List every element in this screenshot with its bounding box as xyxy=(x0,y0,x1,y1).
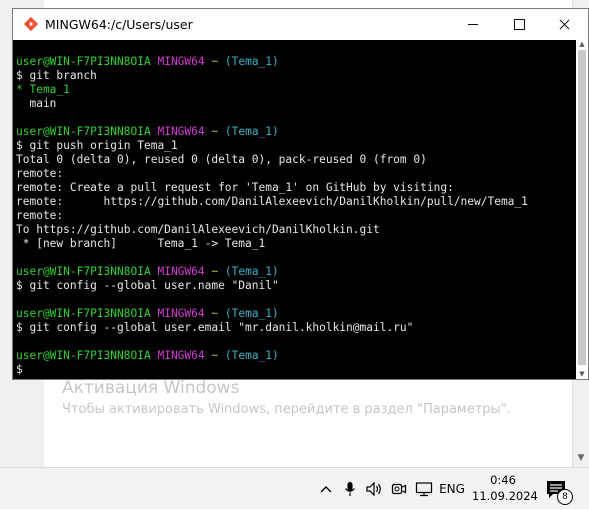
microphone-icon xyxy=(345,482,355,496)
output-line: main xyxy=(16,97,57,110)
prompt-user-host: user@WIN-F7PI3NN8OIA xyxy=(16,265,151,278)
microphone-button[interactable] xyxy=(342,468,358,510)
close-button[interactable] xyxy=(542,9,588,40)
command-line: $ git branch xyxy=(16,69,97,82)
prompt-env: MINGW64 xyxy=(157,55,205,68)
output-line: remote: Create a pull request for 'Tema_… xyxy=(16,181,454,194)
camera-in-use-button[interactable] xyxy=(390,468,408,510)
prompt-branch: (Tema_1) xyxy=(224,125,279,138)
prompt-branch: (Tema_1) xyxy=(224,349,279,362)
prompt-user-host: user@WIN-F7PI3NN8OIA xyxy=(16,349,151,362)
terminal-scrollbar[interactable]: ▲ ▼ xyxy=(576,40,588,379)
prompt-line: user@WIN-F7PI3NN8OIA MINGW64 ~ (Tema_1) xyxy=(16,307,574,321)
notification-count-badge: 8 xyxy=(557,489,573,505)
output-line: remote: https://github.com/DanilAlexeevi… xyxy=(16,195,528,208)
command-line: $ git config --global user.email "mr.dan… xyxy=(16,321,414,334)
taskbar-clock[interactable]: 0:46 11.09.2024 xyxy=(472,472,538,504)
output-line: Total 0 (delta 0), reused 0 (delta 0), p… xyxy=(16,153,427,166)
prompt-line: user@WIN-F7PI3NN8OIA MINGW64 ~ (Tema_1) xyxy=(16,125,574,139)
git-bash-app-icon xyxy=(23,16,39,32)
command-line: $ git config --global user.name "Danil" xyxy=(16,279,279,292)
output-line: remote: xyxy=(16,209,64,222)
windows-activation-watermark: Активация Windows Чтобы активировать Win… xyxy=(62,376,511,420)
watermark-subtitle: Чтобы активировать Windows, перейдите в … xyxy=(62,402,511,417)
prompt-path: ~ xyxy=(211,349,219,362)
scroll-down-icon[interactable]: ▼ xyxy=(576,370,588,379)
prompt-env: MINGW64 xyxy=(157,265,205,278)
terminal-output[interactable]: user@WIN-F7PI3NN8OIA MINGW64 ~ (Tema_1) … xyxy=(16,55,574,378)
active-prompt[interactable]: $ xyxy=(16,363,574,377)
prompt-user-host: user@WIN-F7PI3NN8OIA xyxy=(16,55,151,68)
prompt-user-host: user@WIN-F7PI3NN8OIA xyxy=(16,125,151,138)
prompt-path: ~ xyxy=(211,265,219,278)
ethernet-monitor-icon xyxy=(415,482,433,497)
prompt-env: MINGW64 xyxy=(157,349,205,362)
title-bar[interactable]: MINGW64:/c/Users/user xyxy=(13,9,588,40)
output-line: remote: xyxy=(16,167,64,180)
background-scroll-down-icon[interactable]: ▼ xyxy=(576,453,586,463)
prompt-path: ~ xyxy=(211,307,219,320)
output-line: * [new branch] Tema_1 -> Tema_1 xyxy=(16,237,266,250)
taskbar: ENG 0:46 11.09.2024 xyxy=(0,467,589,509)
prompt-path: ~ xyxy=(211,55,219,68)
prompt-user-host: user@WIN-F7PI3NN8OIA xyxy=(16,307,151,320)
volume-button[interactable] xyxy=(364,468,384,510)
terminal-scrollbar-thumb[interactable] xyxy=(578,50,586,365)
chevron-up-icon xyxy=(320,486,332,493)
output-line: * Tema_1 xyxy=(16,83,70,96)
prompt-line: user@WIN-F7PI3NN8OIA MINGW64 ~ (Tema_1) xyxy=(16,349,574,363)
prompt-line: user@WIN-F7PI3NN8OIA MINGW64 ~ (Tema_1) xyxy=(16,265,574,279)
window-title: MINGW64:/c/Users/user xyxy=(45,17,193,32)
output-line: To https://github.com/DanilAlexeevich/Da… xyxy=(16,223,380,236)
clock-date: 11.09.2024 xyxy=(472,489,538,503)
input-language-button[interactable]: ENG xyxy=(438,468,466,510)
prompt-path: ~ xyxy=(211,125,219,138)
terminal-window[interactable]: MINGW64:/c/Users/user user@WIN-F7PI3NN8O… xyxy=(12,8,589,380)
speaker-icon xyxy=(366,481,381,497)
command-line: $ git push origin Tema_1 xyxy=(16,139,178,152)
maximize-button[interactable] xyxy=(496,9,542,40)
camera-icon xyxy=(391,483,407,495)
prompt-branch: (Tema_1) xyxy=(224,307,279,320)
clock-time: 0:46 xyxy=(490,473,516,487)
prompt-branch: (Tema_1) xyxy=(224,55,279,68)
scroll-up-icon[interactable]: ▲ xyxy=(576,40,588,49)
prompt-env: MINGW64 xyxy=(157,125,205,138)
show-hidden-icons-button[interactable] xyxy=(318,468,334,510)
prompt-branch: (Tema_1) xyxy=(224,265,279,278)
minimize-button[interactable] xyxy=(450,9,496,40)
network-button[interactable] xyxy=(414,468,434,510)
prompt-env: MINGW64 xyxy=(157,307,205,320)
prompt-line: user@WIN-F7PI3NN8OIA MINGW64 ~ (Tema_1) xyxy=(16,55,574,69)
